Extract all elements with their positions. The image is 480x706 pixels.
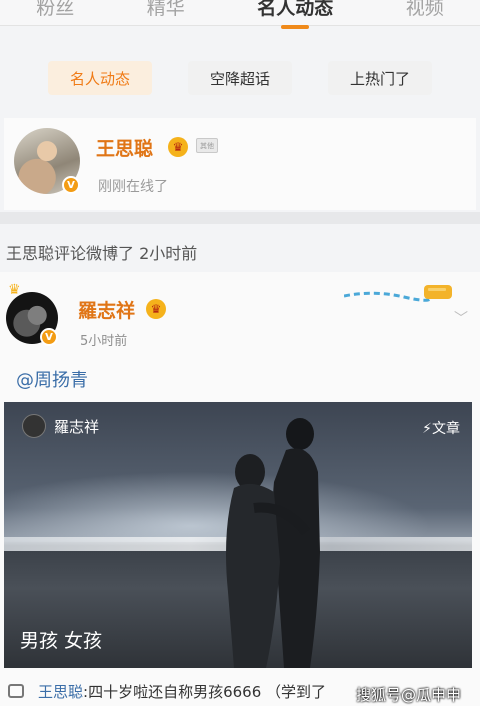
post-author[interactable]: 羅志祥	[78, 296, 135, 323]
page: 粉丝 精华 名人动态 视频 名人动态 空降超话 上热门了 V 王思聪 ♛ 其他 …	[0, 0, 480, 706]
article-label: 文章	[432, 421, 460, 437]
online-status: 刚刚在线了	[98, 179, 168, 195]
chip-celebrity-updates[interactable]: 名人动态	[48, 61, 152, 95]
celebrity-name[interactable]: 王思聪	[96, 134, 153, 161]
tab-video[interactable]: 视频	[406, 0, 444, 20]
activity-line: 王思聪评论微博了 2小时前	[6, 244, 198, 263]
chip-trending[interactable]: 上热门了	[328, 61, 432, 95]
avatar-crown-icon: ♛	[8, 282, 21, 298]
comment-text: :四十岁啦还自称男孩6666 （学到了	[83, 682, 327, 701]
fish-doodle-icon	[344, 285, 452, 302]
weibo-post: ♛ V 羅志祥 ♛ 5小时前 ﹀ @周扬青 羅志祥 ⚡文章 男孩 女孩	[0, 272, 480, 706]
photo-caption: 男孩 女孩	[20, 630, 103, 652]
comment-author[interactable]: 王思聪	[38, 681, 83, 702]
top-tab-bar: 粉丝 精华 名人动态 视频	[0, 0, 480, 26]
post-photo[interactable]: 羅志祥 ⚡文章 男孩 女孩	[4, 402, 472, 668]
celebrity-card[interactable]: V 王思聪 ♛ 其他 刚刚在线了	[4, 118, 476, 210]
lightning-icon: ⚡	[422, 421, 432, 437]
couple-silhouette	[226, 418, 320, 668]
sub-tab-bar: 名人动态 空降超话 上热门了	[0, 46, 480, 110]
photo-source: 羅志祥	[22, 414, 99, 438]
watermark: 搜狐号@瓜申申	[356, 686, 462, 704]
source-name: 羅志祥	[54, 417, 100, 436]
tab-featured[interactable]: 精华	[147, 0, 185, 20]
crown-icon: ♛	[146, 299, 166, 319]
source-avatar	[22, 414, 46, 438]
verified-badge-icon: V	[40, 328, 58, 346]
chip-airdrop-topic[interactable]: 空降超话	[188, 61, 292, 95]
crown-icon: ♛	[168, 137, 188, 157]
verified-badge-icon: V	[62, 176, 80, 194]
tab-celebrity-updates[interactable]: 名人动态	[257, 0, 333, 20]
mention-link[interactable]: @周扬青	[16, 366, 88, 392]
article-tag[interactable]: ⚡文章	[422, 418, 460, 438]
user-tag: 其他	[196, 138, 218, 153]
comment-icon	[8, 684, 24, 698]
chevron-down-icon[interactable]: ﹀	[454, 308, 468, 328]
post-time: 5小时前	[80, 334, 128, 349]
divider	[0, 212, 480, 224]
tab-fans[interactable]: 粉丝	[36, 0, 74, 20]
